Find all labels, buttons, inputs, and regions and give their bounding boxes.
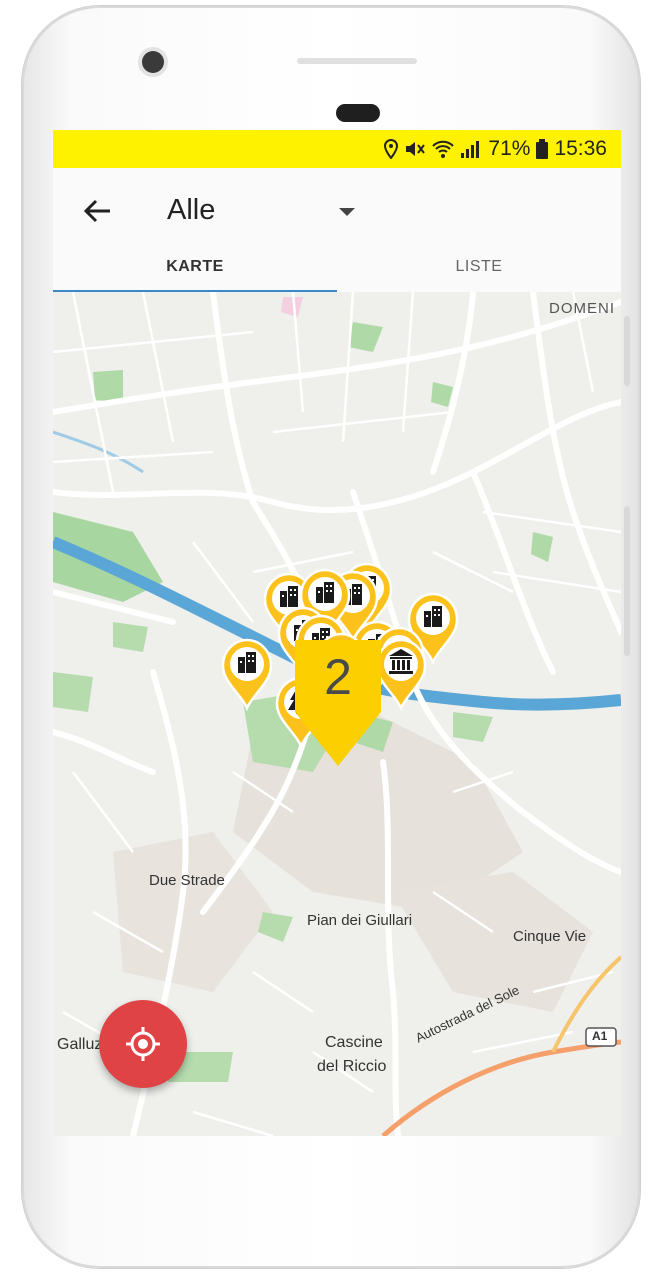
volume-button [624,316,630,386]
battery-percent: 71% [488,137,531,160]
front-camera [142,51,164,73]
tab-liste[interactable]: LISTE [337,258,621,292]
clock: 15:36 [554,137,607,160]
screen: 71% 15:36 Alle KARTE LISTE DOMENI Due St… [53,130,621,1136]
step-callout-arrow [295,712,381,766]
signal-icon [461,141,480,158]
location-icon [384,139,399,159]
mute-icon [406,142,426,156]
status-icons: 71% 15:36 [384,130,607,168]
tab-karte[interactable]: KARTE [53,258,337,292]
my-location-button[interactable] [99,1000,187,1088]
status-bar: 71% 15:36 [53,130,621,168]
power-button [624,506,630,656]
app-bar: Alle KARTE LISTE [53,168,621,292]
crosshair-icon [126,1027,160,1061]
wifi-icon [432,140,455,158]
back-button[interactable] [81,194,115,228]
earpiece [336,104,380,122]
category-select[interactable]: Alle [167,194,215,227]
step-number: 2 [324,649,352,705]
battery-icon [536,139,549,159]
arrow-left-icon [84,199,110,223]
speaker-grille [297,58,417,64]
dropdown-arrow-icon[interactable] [339,208,355,216]
